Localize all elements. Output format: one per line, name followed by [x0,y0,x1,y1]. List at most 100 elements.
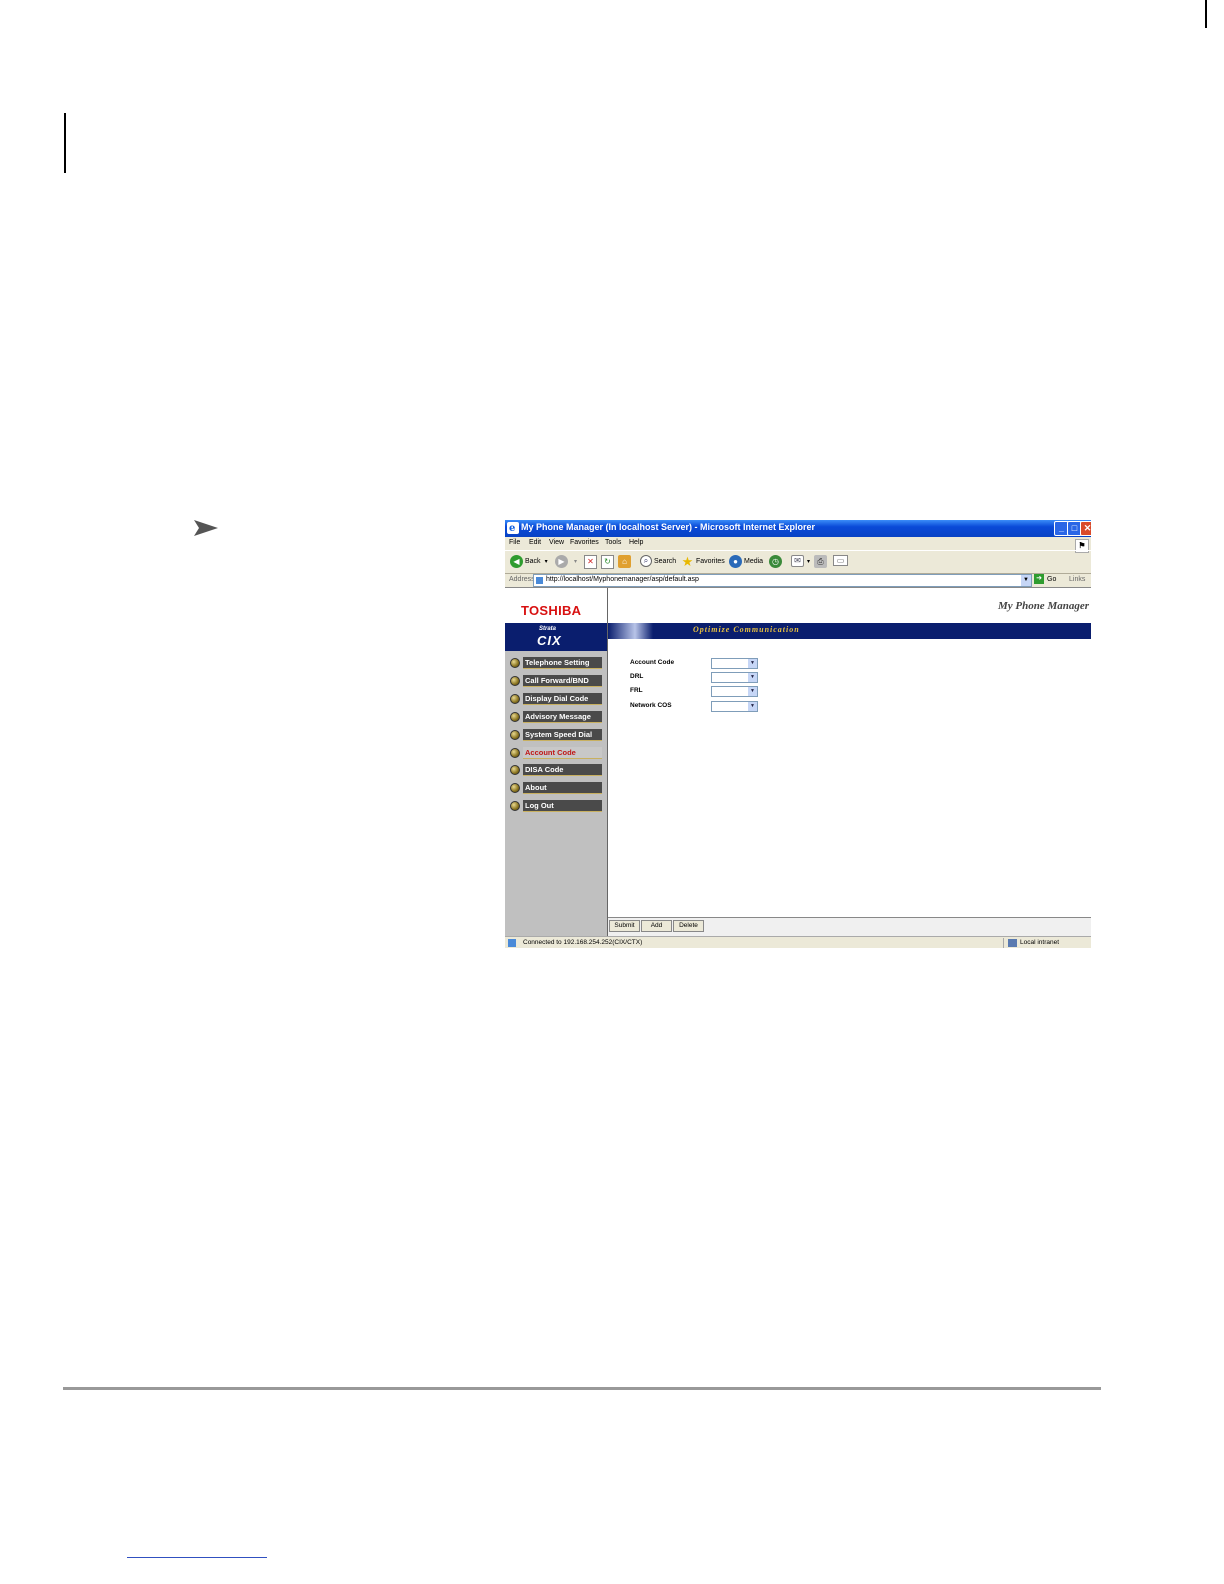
add-button[interactable]: Add [641,920,672,932]
page-content: TOSHIBA Strata CIX Telephone Setting Call… [505,587,1091,937]
home-button[interactable]: ⌂ [618,555,633,568]
frl-label: FRL [630,687,643,694]
sidebar-item-account-code[interactable]: Account Code [510,746,602,759]
submit-button[interactable]: Submit [609,920,640,932]
edit-page-icon: ▭ [833,555,848,566]
knob-icon [510,783,520,794]
menu-favorites[interactable]: Favorites [570,539,599,546]
knob-icon [510,729,520,740]
media-button[interactable]: ● Media [729,555,763,568]
step-arrow-icon [193,519,219,542]
sidebar-item-label: Log Out [523,800,602,813]
network-cos-label: Network COS [630,702,672,709]
search-icon: ⌕ [640,555,652,567]
mail-button[interactable]: ✉ ▾ [791,555,810,567]
menu-edit[interactable]: Edit [529,539,541,546]
knob-icon [510,675,520,686]
refresh-icon: ↻ [601,555,614,569]
close-button[interactable]: ✕ [1080,521,1091,536]
history-icon: ◷ [769,555,782,568]
sidebar-item-about[interactable]: About [510,782,602,795]
form-button-bar: Submit Add Delete [608,917,1091,937]
sidebar-item-label: Account Code [523,746,602,759]
sidebar-item-advisory-message[interactable]: Advisory Message [510,710,602,723]
stop-icon: ✕ [584,555,597,569]
favorites-button[interactable]: ★ Favorites [681,555,725,568]
toshiba-logo: TOSHIBA [521,603,582,618]
banner-text: Optimize Communication [693,625,800,634]
knob-icon [510,747,520,758]
browser-window: e My Phone Manager (In localhost Server)… [505,520,1091,948]
sidebar-item-display-dial-code[interactable]: Display Dial Code [510,692,602,705]
back-arrow-icon: ◀ [510,555,523,568]
title-bar: e My Phone Manager (In localhost Server)… [505,520,1091,537]
media-icon: ● [729,555,742,568]
margin-change-bar [64,113,66,173]
page-icon [536,577,543,584]
search-button[interactable]: ⌕ Search [640,555,676,567]
frl-select[interactable]: ▼ [711,686,758,697]
back-dropdown-icon[interactable]: ▾ [545,558,548,565]
strata-cix-logo: Strata CIX [505,623,607,651]
drl-select[interactable]: ▼ [711,672,758,683]
links-button[interactable]: Links [1069,576,1085,583]
mail-dropdown-icon[interactable]: ▾ [807,558,810,565]
sidebar-item-label: Advisory Message [523,710,602,723]
refresh-button[interactable]: ↻ [601,555,614,569]
intranet-zone-icon [1008,939,1017,947]
go-button[interactable]: ➜ Go [1034,574,1056,584]
sidebar-item-label: DISA Code [523,764,602,777]
printer-icon: ⎙ [814,555,827,568]
knob-icon [510,711,520,722]
delete-button[interactable]: Delete [673,920,704,932]
address-dropdown-icon[interactable]: ▼ [1021,575,1031,586]
app-title: My Phone Manager [997,600,1089,612]
zone-text: Local intranet [1020,939,1060,946]
stop-button[interactable]: ✕ [584,555,597,569]
edit-button[interactable]: ▭ [833,555,848,566]
menu-tools[interactable]: Tools [605,539,621,546]
sidebar-item-system-speed-dial[interactable]: System Speed Dial [510,728,602,741]
sidebar-item-call-forward-bnd[interactable]: Call Forward/BND [510,674,602,687]
knob-icon [510,693,520,704]
logo-area: TOSHIBA [505,588,607,624]
sidebar: TOSHIBA Strata CIX Telephone Setting Call… [505,588,608,937]
knob-icon [510,658,520,668]
toolbar: ◀ Back ▾ ▶ ▾ ✕ ↻ ⌂ ⌕ Search ★ Favorites … [505,550,1091,574]
account-code-select[interactable]: ▼ [711,658,758,669]
sidebar-item-label: About [523,782,602,795]
network-cos-select[interactable]: ▼ [711,701,758,712]
home-icon: ⌂ [618,555,631,568]
print-button[interactable]: ⎙ [814,555,829,568]
mail-icon: ✉ [791,555,804,567]
knob-icon [510,765,520,776]
chevron-down-icon: ▼ [748,659,757,668]
back-button[interactable]: ◀ Back ▾ [510,555,548,568]
status-text: Connected to 192.168.254.252(CIX/CTX) [523,939,643,946]
main-panel: My Phone Manager Optimize Communication … [608,588,1091,937]
ie-icon: e [507,522,519,534]
history-button[interactable]: ◷ [769,555,784,568]
footer-link-underline [127,1557,267,1558]
window-title: My Phone Manager (In localhost Server) -… [521,522,816,532]
sidebar-item-label: Call Forward/BND [523,674,602,687]
sidebar-item-label: Display Dial Code [523,692,602,705]
menu-view[interactable]: View [549,539,564,546]
address-input[interactable]: http://localhost/Myphonemanager/asp/defa… [533,574,1032,587]
account-code-label: Account Code [630,659,675,666]
knob-icon [510,801,520,812]
sidebar-item-label: Telephone Setting [523,657,602,669]
chevron-down-icon: ▼ [748,673,757,682]
sidebar-item-log-out[interactable]: Log Out [510,800,602,813]
chevron-down-icon: ▼ [748,702,757,711]
sidebar-item-telephone-setting[interactable]: Telephone Setting [510,657,602,669]
status-bar: Connected to 192.168.254.252(CIX/CTX) Lo… [505,936,1091,948]
menu-help[interactable]: Help [629,539,643,546]
page-status-icon [508,939,516,947]
sidebar-item-disa-code[interactable]: DISA Code [510,764,602,777]
banner: Optimize Communication [608,623,1091,639]
forward-dropdown-icon: ▾ [574,559,578,565]
forward-button[interactable]: ▶ ▾ [555,555,577,568]
drl-label: DRL [630,673,644,680]
menu-file[interactable]: File [509,539,520,546]
